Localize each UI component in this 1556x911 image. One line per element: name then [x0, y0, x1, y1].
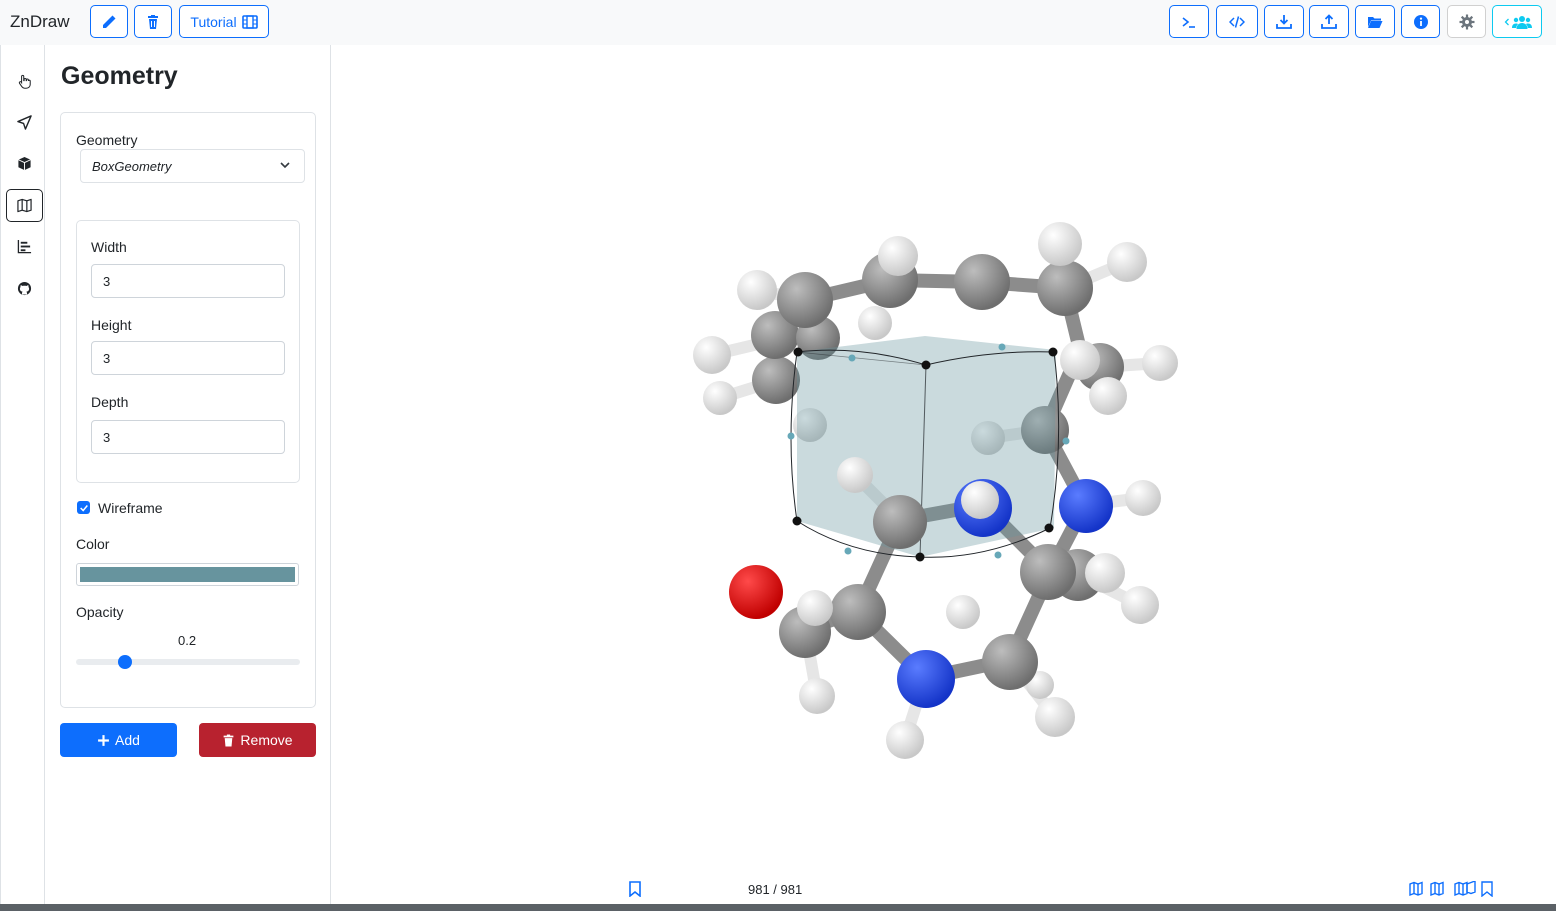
trash-icon: [148, 14, 158, 29]
molecule-viewport[interactable]: [332, 46, 1556, 904]
settings-button[interactable]: [1447, 5, 1486, 38]
upload-button[interactable]: [1309, 5, 1349, 38]
github-icon: [17, 281, 32, 296]
gear-icon: [1459, 14, 1474, 29]
users-icon: [1511, 15, 1532, 29]
sidebar-item-interaction[interactable]: [6, 65, 43, 98]
remove-button[interactable]: Remove: [199, 723, 316, 757]
width-label: Width: [91, 239, 127, 255]
terminal-icon: [1182, 16, 1195, 28]
pencil-icon: [103, 15, 116, 28]
tutorial-label: Tutorial: [190, 13, 237, 30]
opacity-label: Opacity: [76, 604, 124, 620]
bookmark-icon[interactable]: [628, 881, 642, 897]
code-button[interactable]: [1216, 5, 1258, 38]
depth-label: Depth: [91, 394, 129, 410]
delete-button[interactable]: [134, 5, 172, 38]
info-icon: [1413, 14, 1428, 29]
panel-title: Geometry: [61, 62, 178, 90]
box-geometry: [787, 336, 1070, 562]
add-button[interactable]: Add: [60, 723, 177, 757]
color-label: Color: [76, 536, 110, 552]
opacity-slider[interactable]: [76, 659, 300, 665]
sidebar-item-modifiers[interactable]: [6, 147, 43, 180]
plus-icon: [98, 734, 109, 746]
dimensions-card: Width 3 Height 3 Depth 3: [76, 220, 300, 483]
film-icon: [241, 14, 258, 29]
terminal-button[interactable]: [1169, 5, 1209, 38]
edit-button[interactable]: [90, 5, 128, 38]
app-title: ZnDraw: [10, 12, 70, 31]
progress-bar[interactable]: [0, 904, 1556, 911]
map-icon: [17, 198, 32, 213]
add-label: Add: [115, 732, 140, 748]
top-navbar: ZnDraw Tutorial: [0, 0, 1556, 45]
height-input[interactable]: 3: [91, 341, 285, 375]
color-swatch: [80, 567, 295, 582]
opacity-slider-thumb[interactable]: [118, 655, 132, 669]
info-button[interactable]: [1401, 5, 1440, 38]
wireframe-checkbox[interactable]: [77, 501, 90, 514]
remove-label: Remove: [240, 732, 293, 748]
sidebar-item-analysis[interactable]: [6, 230, 43, 263]
open-folder-button[interactable]: [1355, 5, 1395, 38]
code-icon: [1229, 15, 1245, 28]
color-picker[interactable]: [76, 563, 299, 586]
download-button[interactable]: [1264, 5, 1304, 38]
sidebar-item-selection[interactable]: [6, 106, 43, 139]
geometry-type-label: Geometry: [76, 132, 138, 148]
checkmark-icon: [79, 504, 88, 512]
cube-icon: [18, 156, 31, 171]
chart-bar-icon: [17, 239, 32, 254]
geometry-form-card: Geometry BoxGeometry Width 3 Height 3 De…: [60, 112, 316, 708]
bookmark-markers[interactable]: [1409, 881, 1495, 897]
opacity-value: 0.2: [178, 633, 197, 648]
folder-open-icon: [1368, 16, 1383, 28]
height-label: Height: [91, 317, 132, 333]
tutorial-button[interactable]: Tutorial: [179, 5, 269, 38]
geometry-type-value: BoxGeometry: [92, 159, 172, 174]
chevron-down-icon: [280, 162, 290, 169]
trash-icon: [224, 734, 234, 746]
chevron-left-icon: [1504, 18, 1509, 25]
wireframe-label: Wireframe: [98, 500, 163, 516]
sidebar-item-geometry[interactable]: [6, 189, 43, 222]
hand-pointer-icon: [18, 74, 31, 89]
width-input[interactable]: 3: [91, 264, 285, 298]
upload-icon: [1321, 13, 1337, 29]
location-arrow-icon: [17, 115, 32, 130]
sidebar-rail: [0, 45, 45, 911]
download-icon: [1276, 14, 1292, 29]
geometry-type-select[interactable]: BoxGeometry: [80, 149, 305, 183]
sidebar-item-github[interactable]: [6, 272, 43, 305]
frame-counter: 981 / 981: [748, 882, 803, 897]
geometry-panel: Geometry Geometry BoxGeometry Width 3 He…: [46, 45, 331, 911]
depth-input[interactable]: 3: [91, 420, 285, 454]
connected-users-button[interactable]: [1492, 5, 1542, 38]
